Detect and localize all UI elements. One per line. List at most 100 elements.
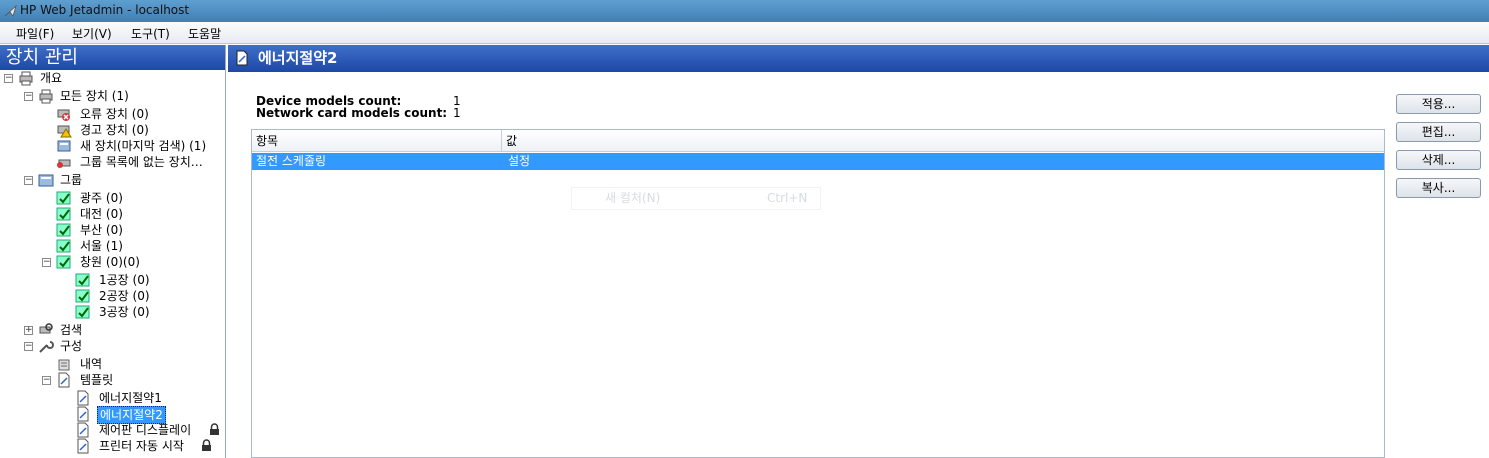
tree-item-groups[interactable]: − 그룹 — [24, 172, 224, 188]
tree-item-search[interactable]: + 검색 — [24, 322, 224, 338]
menu-view[interactable]: 보기(V) — [68, 25, 116, 42]
search-device-icon — [39, 323, 53, 334]
network-card-models-value: 1 — [453, 106, 461, 120]
template-icon — [77, 390, 89, 406]
collapse-icon[interactable]: − — [24, 92, 33, 101]
tree-item-daejeon[interactable]: 대전 (0) — [56, 206, 225, 222]
column-header-item[interactable]: 항목 — [252, 130, 502, 152]
warning-printer-icon — [57, 125, 72, 138]
edit-button[interactable]: 편집... — [1396, 122, 1481, 142]
menu-file[interactable]: 파일(F) — [12, 25, 58, 42]
tree-item-template-energy1[interactable]: 에너지절약1 — [75, 390, 225, 406]
menu-tools[interactable]: 도구(T) — [127, 25, 174, 42]
tree-label: 모든 장치 (1) — [60, 89, 129, 103]
cell-item: 절전 스케줄링 — [256, 154, 327, 168]
ghost-menu-shortcut: Ctrl+N — [767, 191, 808, 205]
printer-icon — [19, 71, 33, 86]
menu-bar: 파일(F) 보기(V) 도구(T) 도움말 — [0, 22, 1489, 44]
table-row[interactable]: 절전 스케줄링 설정 — [252, 153, 1384, 170]
tree-item-factory1[interactable]: 1공장 (0) — [75, 272, 225, 288]
history-icon — [58, 359, 70, 371]
window-title: HP Web Jetadmin - localhost — [20, 3, 190, 17]
template-icon — [58, 372, 70, 388]
lock-icon — [210, 423, 219, 435]
expand-icon[interactable]: + — [24, 326, 33, 335]
collapse-icon[interactable]: − — [42, 376, 51, 385]
tree-label: 프린터 자동 시작 — [99, 439, 184, 453]
collapse-icon[interactable]: − — [42, 258, 51, 267]
group-check-icon — [56, 223, 71, 237]
tree-label: 서울 (1) — [80, 239, 123, 253]
template-icon — [77, 406, 89, 422]
tree-label: 경고 장치 (0) — [80, 123, 149, 137]
tree-item-factory3[interactable]: 3공장 (0) — [75, 304, 225, 320]
cell-value: 설정 — [508, 154, 531, 168]
tree-item-changwon[interactable]: − 창원 (0)(0) — [42, 254, 222, 270]
tree-label: 대전 (0) — [80, 207, 123, 221]
tree-item-config[interactable]: − 구성 — [24, 338, 224, 354]
tree-label: 그룹 — [60, 173, 83, 187]
tree-item-template-printer-auto[interactable]: 프린터 자동 시작 — [75, 438, 225, 454]
detail-header: 에너지절약2 — [228, 45, 1489, 72]
tree-label: 제어판 디스플레이 — [99, 423, 192, 437]
title-bar: HP Web Jetadmin - localhost — [0, 0, 1489, 22]
copy-button[interactable]: 복사... — [1396, 178, 1481, 198]
group-check-icon — [56, 239, 71, 253]
tree-label: 1공장 (0) — [99, 273, 150, 287]
ghost-context-menu: 새 컬처(N) Ctrl+N — [571, 187, 821, 210]
printer-icon — [39, 89, 53, 104]
group-icon — [38, 174, 54, 187]
group-check-icon — [75, 289, 90, 303]
tree-label: 2공장 (0) — [99, 289, 150, 303]
settings-grid: 항목 값 절전 스케줄링 설정 — [251, 129, 1385, 458]
tree-item-all-devices[interactable]: − 모든 장치 (1) — [24, 88, 224, 104]
detail-title: 에너지절약2 — [258, 49, 338, 67]
tree-label: 그룹 목록에 없는 장치… — [80, 155, 203, 169]
tree-item-gwangju[interactable]: 광주 (0) — [56, 190, 225, 206]
template-icon — [77, 438, 89, 454]
tree-item-new-devices[interactable]: 새 장치(마지막 검색) (1) — [56, 138, 225, 154]
group-check-icon — [56, 207, 71, 221]
collapse-icon[interactable]: − — [4, 74, 13, 83]
error-printer-icon — [57, 109, 70, 121]
tree-label: 템플릿 — [80, 373, 114, 387]
tree-label: 새 장치(마지막 검색) (1) — [80, 139, 207, 153]
ghost-menu-label: 새 컬처(N) — [605, 191, 661, 205]
tree-label: 광주 (0) — [80, 191, 123, 205]
tree-label: 오류 장치 (0) — [80, 107, 149, 121]
tree-label: 창원 (0)(0) — [80, 255, 140, 269]
ungrouped-device-icon — [57, 159, 71, 168]
tree-item-busan[interactable]: 부산 (0) — [56, 222, 225, 238]
tree-item-template-control-panel[interactable]: 제어판 디스플레이 — [75, 422, 225, 438]
tree-item-templates[interactable]: − 템플릿 — [42, 372, 222, 388]
template-icon — [77, 422, 89, 438]
tree-item-seoul[interactable]: 서울 (1) — [56, 238, 225, 254]
collapse-icon[interactable]: − — [24, 176, 33, 185]
tree-label: 검색 — [60, 323, 83, 337]
template-detail-panel: 에너지절약2 Device models count: 1 Network ca… — [228, 45, 1489, 458]
delete-button[interactable]: 삭제... — [1396, 150, 1481, 170]
tree-label: 3공장 (0) — [99, 305, 150, 319]
group-check-icon — [56, 255, 71, 269]
tree-item-ungrouped-devices[interactable]: 그룹 목록에 없는 장치… — [56, 154, 225, 170]
new-device-icon — [57, 140, 71, 152]
menu-help[interactable]: 도움말 — [184, 25, 225, 42]
group-check-icon — [75, 273, 90, 287]
tree-label: 내역 — [80, 357, 103, 371]
tree-item-factory2[interactable]: 2공장 (0) — [75, 288, 225, 304]
tree-item-warning-devices[interactable]: 경고 장치 (0) — [56, 122, 225, 138]
network-card-models-label: Network card models count: — [256, 106, 448, 120]
app-icon — [4, 4, 17, 17]
collapse-icon[interactable]: − — [24, 342, 33, 351]
tree-item-template-energy2[interactable]: 에너지절약2 — [75, 406, 225, 424]
lock-icon — [202, 439, 211, 451]
template-icon — [236, 50, 248, 66]
wrench-icon — [39, 341, 54, 353]
tree-item-error-devices[interactable]: 오류 장치 (0) — [56, 106, 225, 122]
tree-item-overview[interactable]: − 개요 — [4, 70, 214, 86]
device-management-panel: 장치 관리 − 개요 − 모든 장치 (1) 오류 장치 (0) 경고 장치 (… — [0, 45, 226, 458]
tree-item-history[interactable]: 내역 — [56, 356, 225, 372]
column-header-value[interactable]: 값 — [502, 130, 1384, 152]
apply-button[interactable]: 적용... — [1396, 94, 1481, 114]
tree-label: 부산 (0) — [80, 223, 123, 237]
